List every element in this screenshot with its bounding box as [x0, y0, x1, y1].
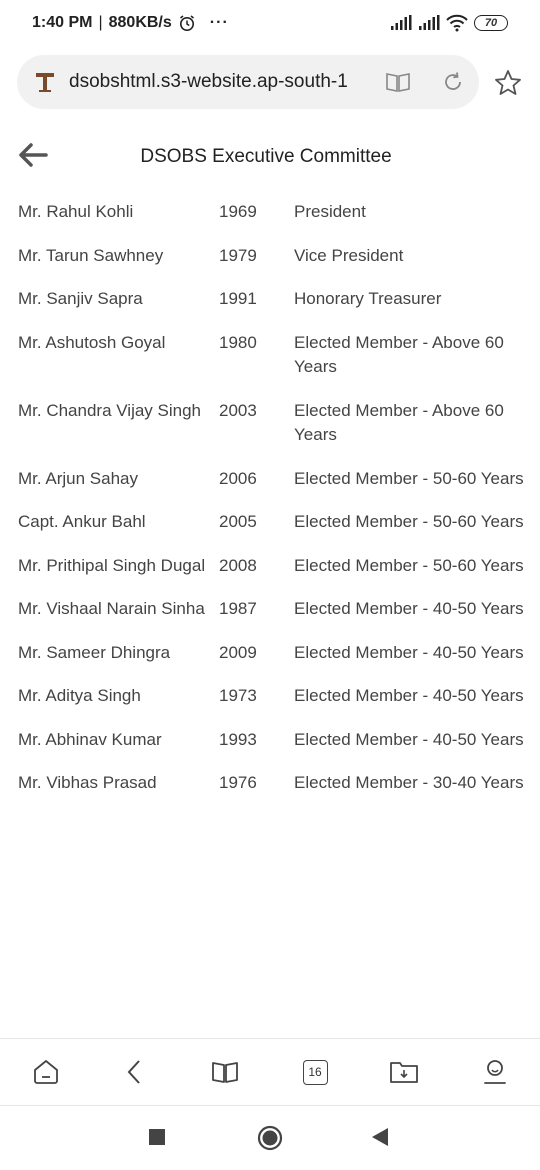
home-button[interactable]: [31, 1057, 61, 1087]
member-row: Mr. Aditya Singh 1973 Elected Member - 4…: [18, 684, 528, 728]
member-role: Elected Member - 30-40 Years: [294, 773, 524, 792]
home-circle-icon: [257, 1125, 283, 1151]
system-home-button[interactable]: [257, 1125, 283, 1151]
member-name: Mr. Ashutosh Goyal: [18, 332, 166, 352]
member-year: 2006: [219, 468, 257, 488]
member-role: Elected Member - Above 60 Years: [294, 400, 504, 445]
tabs-button[interactable]: 16: [300, 1057, 330, 1087]
member-row: Mr. Sanjiv Sapra 1991 Honorary Treasurer: [18, 287, 528, 331]
status-time: 1:40 PM: [32, 14, 93, 31]
member-year: 2005: [219, 512, 257, 531]
alarm-icon: [179, 15, 194, 31]
url-bar[interactable]: dsobshtml.s3-website.ap-south-1: [17, 55, 479, 109]
member-name: Mr. Abhinav Kumar: [18, 729, 162, 749]
status-bar: 1:40 PM | 880KB/s ··· 70: [0, 0, 540, 50]
member-year: 2003: [219, 400, 257, 420]
member-role: Honorary Treasurer: [294, 289, 442, 308]
back-icon: [127, 1060, 140, 1084]
member-role: Elected Member - 50-60 Years: [294, 512, 524, 531]
member-year: 1976: [219, 773, 257, 792]
member-year: 2008: [219, 555, 257, 575]
member-role: President: [294, 202, 366, 221]
member-year: 1973: [219, 686, 257, 705]
nav-back-icon: [372, 1128, 388, 1146]
member-name: Mr. Rahul Kohli: [18, 202, 134, 221]
member-role: Elected Member - 40-50 Years: [294, 599, 524, 618]
status-right: 70: [390, 14, 508, 32]
downloads-icon: [390, 1062, 418, 1083]
member-year: 2009: [219, 642, 257, 662]
member-role: Elected Member - 50-60 Years: [294, 555, 524, 575]
member-name: Mr. Sameer Dhingra: [18, 642, 171, 662]
member-year: 1969: [219, 202, 257, 221]
member-year: 1980: [219, 332, 257, 352]
member-role: Elected Member - Above 60 Years: [294, 332, 504, 377]
status-left: 1:40 PM | 880KB/s ···: [32, 14, 229, 32]
system-navbar: [0, 1107, 540, 1170]
system-back-button[interactable]: [372, 1128, 388, 1146]
page-title: DSOBS Executive Committee: [140, 146, 392, 167]
recents-button[interactable]: [149, 1129, 165, 1145]
signal-icon-2: [419, 15, 440, 30]
member-row: Mr. Ashutosh Goyal 1980 Elected Member -…: [18, 331, 528, 399]
bookmarks-button[interactable]: [210, 1057, 240, 1087]
member-year: 1987: [219, 599, 257, 618]
member-name: Mr. Sanjiv Sapra: [18, 289, 143, 308]
member-name: Mr. Tarun Sawhney: [18, 245, 164, 265]
member-row: Mr. Prithipal Singh Dugal 2008 Elected M…: [18, 554, 528, 598]
bookmark-star-icon[interactable]: [493, 68, 523, 98]
member-row: Mr. Arjun Sahay 2006 Elected Member - 50…: [18, 467, 528, 511]
status-separator: |: [98, 14, 103, 31]
tabs-icon: 16: [302, 1059, 328, 1085]
back-button[interactable]: [119, 1057, 149, 1087]
member-row: Mr. Sameer Dhingra 2009 Elected Member -…: [18, 641, 528, 685]
downloads-button[interactable]: [389, 1057, 419, 1087]
member-role: Elected Member - 40-50 Years: [294, 642, 524, 662]
member-row: Mr. Abhinav Kumar 1993 Elected Member - …: [18, 728, 528, 772]
home-icon: [34, 1060, 58, 1084]
recents-icon: [149, 1129, 165, 1145]
more-indicator: ···: [209, 14, 229, 31]
battery-icon: 70: [474, 15, 508, 31]
member-year: 1991: [219, 289, 257, 308]
bookmarks-icon: [212, 1062, 238, 1083]
url-text[interactable]: dsobshtml.s3-website.ap-south-1: [69, 71, 379, 93]
member-role: Elected Member - 40-50 Years: [294, 729, 524, 749]
member-row: Capt. Ankur Bahl 2005 Elected Member - 5…: [18, 510, 528, 554]
member-name: Mr. Vishaal Narain Sinha: [18, 599, 205, 618]
member-row: Mr. Vishaal Narain Sinha 1987 Elected Me…: [18, 597, 528, 641]
member-row: Mr. Vibhas Prasad 1976 Elected Member - …: [18, 771, 528, 815]
browser-toolbar: 16: [0, 1038, 540, 1106]
member-row: Mr. Tarun Sawhney 1979 Vice President: [18, 244, 528, 288]
member-name: Mr. Aditya Singh: [18, 686, 141, 705]
member-year: 1993: [219, 729, 257, 749]
network-speed: 880KB/s: [108, 14, 172, 31]
wifi-icon: [446, 14, 468, 32]
signal-icon: [391, 15, 412, 30]
reader-mode-icon[interactable]: [385, 70, 411, 94]
member-row: Mr. Rahul Kohli 1969 President: [18, 200, 528, 244]
member-year: 1979: [219, 245, 257, 265]
profile-button[interactable]: [480, 1057, 510, 1087]
site-favicon: [36, 73, 54, 92]
committee-list: Mr. Rahul Kohli 1969 President Mr. Tarun…: [18, 200, 528, 815]
member-role: Elected Member - 50-60 Years: [294, 468, 524, 488]
member-role: Elected Member - 40-50 Years: [294, 686, 524, 705]
reload-icon[interactable]: [441, 70, 465, 94]
member-name: Mr. Chandra Vijay Singh: [18, 400, 202, 420]
member-name: Mr. Arjun Sahay: [18, 468, 139, 488]
member-name: Mr. Vibhas Prasad: [18, 773, 157, 792]
member-name: Mr. Prithipal Singh Dugal: [18, 555, 206, 575]
member-role: Vice President: [294, 245, 404, 265]
member-name: Capt. Ankur Bahl: [18, 512, 146, 531]
member-row: Mr. Chandra Vijay Singh 2003 Elected Mem…: [18, 399, 528, 467]
profile-icon: [484, 1060, 506, 1084]
